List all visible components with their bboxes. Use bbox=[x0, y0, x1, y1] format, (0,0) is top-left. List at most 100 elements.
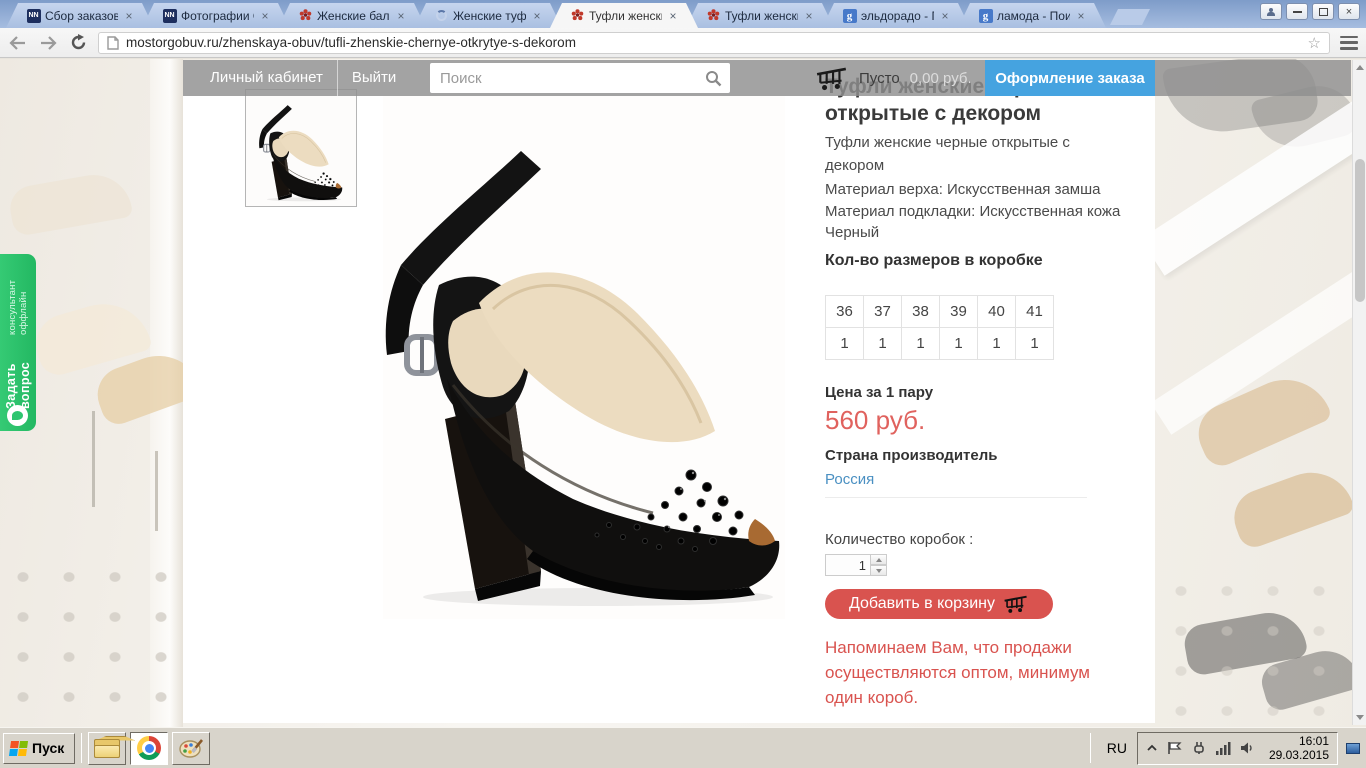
page-scrollbar[interactable] bbox=[1352, 60, 1366, 725]
product-thumbnail[interactable] bbox=[245, 89, 357, 207]
cart-summary[interactable]: Пусто 0,00 руб. bbox=[815, 60, 972, 96]
sizes-table: 36 37 38 39 40 41 1 1 1 1 1 1 bbox=[825, 295, 1054, 360]
table-row-quantities: 1 1 1 1 1 1 bbox=[826, 328, 1054, 360]
checkout-button[interactable]: Оформление заказа bbox=[985, 60, 1155, 96]
nn-icon: NN bbox=[26, 8, 41, 23]
chrome-taskbar-button[interactable] bbox=[130, 732, 168, 765]
paint-taskbar-button[interactable] bbox=[172, 732, 210, 765]
google-icon: g bbox=[978, 8, 993, 23]
tab-close-icon[interactable]: × bbox=[938, 9, 952, 23]
tab-zhenskie-tufli-loading[interactable]: Женские туфл × bbox=[414, 3, 562, 28]
menu-icon[interactable] bbox=[1340, 36, 1358, 50]
cart-icon bbox=[1003, 595, 1029, 613]
divider bbox=[825, 497, 1087, 498]
cart-icon bbox=[815, 66, 849, 91]
scroll-down-icon[interactable] bbox=[1353, 710, 1366, 725]
page-icon bbox=[107, 36, 119, 50]
tab-tufli-zhenskie-active[interactable]: Туфли женски × bbox=[550, 3, 698, 28]
profile-icon[interactable] bbox=[1260, 3, 1282, 20]
browser-toolbar: mostorgobuv.ru/zhenskaya-obuv/tufli-zhen… bbox=[0, 28, 1366, 58]
quantity-input[interactable] bbox=[825, 554, 871, 576]
search-input[interactable] bbox=[430, 70, 705, 87]
reload-icon[interactable] bbox=[68, 33, 88, 53]
consultant-banner-title: Задать вопрос bbox=[4, 336, 32, 409]
scrollbar-thumb[interactable] bbox=[1355, 159, 1365, 302]
tab-lamoda-search[interactable]: g ламода - Поис × bbox=[958, 3, 1106, 28]
tab-close-icon[interactable]: × bbox=[802, 9, 816, 23]
language-indicator[interactable]: RU bbox=[1097, 733, 1137, 763]
search-box bbox=[430, 63, 730, 93]
url-text[interactable]: mostorgobuv.ru/zhenskaya-obuv/tufli-zhen… bbox=[126, 35, 1301, 50]
material-upper: Материал верха: Искусственная замша bbox=[825, 179, 1125, 201]
new-tab-button[interactable] bbox=[1110, 9, 1150, 25]
show-desktop-button[interactable] bbox=[1343, 733, 1363, 763]
taskbar: Пуск RU 16:01 29.03.2015 bbox=[0, 727, 1366, 768]
cart-total: 0,00 руб. bbox=[910, 70, 972, 87]
tray-date: 29.03.2015 bbox=[1269, 748, 1329, 762]
address-bar[interactable]: mostorgobuv.ru/zhenskaya-obuv/tufli-zhen… bbox=[98, 32, 1330, 54]
product-info-column: Туфли женские черные открытые с декором … bbox=[825, 73, 1125, 718]
product-card: Туфли женские черные открытые с декором … bbox=[183, 60, 1155, 723]
start-button[interactable]: Пуск bbox=[3, 733, 75, 764]
divider bbox=[1090, 733, 1091, 763]
close-icon[interactable]: × bbox=[1338, 3, 1360, 20]
product-description: Туфли женские черные открытые с декором bbox=[825, 131, 1080, 177]
tray-time: 16:01 bbox=[1269, 734, 1329, 748]
country-link[interactable]: Россия bbox=[825, 471, 874, 488]
divider bbox=[81, 733, 82, 763]
spinner-icon bbox=[434, 8, 449, 23]
add-to-cart-button[interactable]: Добавить в корзину bbox=[825, 589, 1053, 619]
material-lining: Материал подкладки: Искусственная кожа bbox=[825, 201, 1125, 223]
forward-icon[interactable] bbox=[38, 33, 58, 53]
cart-status: Пусто bbox=[859, 70, 900, 87]
tab-close-icon[interactable]: × bbox=[394, 9, 408, 23]
consultant-banner-status: консультант оффлайн bbox=[7, 259, 29, 335]
product-image[interactable] bbox=[383, 89, 785, 619]
back-icon[interactable] bbox=[8, 33, 28, 53]
tab-eldorado-search[interactable]: g эльдорадо - По × bbox=[822, 3, 970, 28]
tab-zhenskie-baletki[interactable]: Женские бале × bbox=[278, 3, 426, 28]
account-link[interactable]: Личный кабинет bbox=[210, 60, 323, 96]
divider bbox=[337, 60, 338, 96]
system-tray: 16:01 29.03.2015 bbox=[1137, 732, 1338, 765]
tab-close-icon[interactable]: × bbox=[666, 9, 680, 23]
browser-tab-strip: NN Сбор заказов!Р × NN Фотографии О × Же… bbox=[0, 0, 1366, 28]
flag-icon[interactable] bbox=[1167, 741, 1182, 755]
volume-icon[interactable] bbox=[1240, 741, 1254, 755]
search-icon[interactable] bbox=[705, 70, 722, 87]
logout-link[interactable]: Выйти bbox=[352, 60, 396, 96]
windows-logo-icon bbox=[9, 741, 28, 756]
nn-icon: NN bbox=[162, 8, 177, 23]
product-materials: Материал верха: Искусственная замша Мате… bbox=[825, 179, 1125, 244]
tab-close-icon[interactable]: × bbox=[1074, 9, 1088, 23]
network-signal-icon[interactable] bbox=[1215, 741, 1231, 755]
quantity-down-icon[interactable] bbox=[871, 565, 887, 576]
country-label: Страна производитель bbox=[825, 447, 998, 464]
tab-close-icon[interactable]: × bbox=[530, 9, 544, 23]
clock[interactable]: 16:01 29.03.2015 bbox=[1263, 734, 1329, 762]
flower-icon bbox=[706, 8, 721, 23]
quantity-up-icon[interactable] bbox=[871, 554, 887, 565]
scroll-up-icon[interactable] bbox=[1353, 60, 1366, 75]
power-plug-icon[interactable] bbox=[1191, 741, 1206, 755]
tab-sbor-zakazov[interactable]: NN Сбор заказов!Р × bbox=[6, 3, 154, 28]
tab-close-icon[interactable]: × bbox=[258, 9, 272, 23]
monitor-icon bbox=[1346, 743, 1360, 754]
quantity-label: Количество коробок : bbox=[825, 531, 973, 548]
tab-tufli-zhenskie-2[interactable]: Туфли женски × bbox=[686, 3, 834, 28]
minimize-icon[interactable] bbox=[1286, 3, 1308, 20]
consultant-banner[interactable]: Задать вопрос консультант оффлайн bbox=[0, 254, 36, 431]
price-label: Цена за 1 пару bbox=[825, 384, 933, 401]
expand-tray-icon[interactable] bbox=[1146, 743, 1158, 753]
tab-close-icon[interactable]: × bbox=[122, 9, 136, 23]
site-header: Личный кабинет Выйти Пусто 0,00 руб. Офо… bbox=[183, 60, 1351, 96]
bookmark-star-icon[interactable]: ☆ bbox=[1308, 34, 1321, 52]
chat-bubble-icon bbox=[7, 405, 28, 426]
explorer-taskbar-button[interactable] bbox=[88, 732, 126, 765]
product-thumbnail-image bbox=[253, 92, 349, 204]
maximize-icon[interactable] bbox=[1312, 3, 1334, 20]
sizes-heading: Кол-во размеров в коробке bbox=[825, 252, 1043, 270]
tab-fotografii[interactable]: NN Фотографии О × bbox=[142, 3, 290, 28]
paint-icon bbox=[178, 737, 204, 759]
product-price: 560 руб. bbox=[825, 405, 925, 436]
